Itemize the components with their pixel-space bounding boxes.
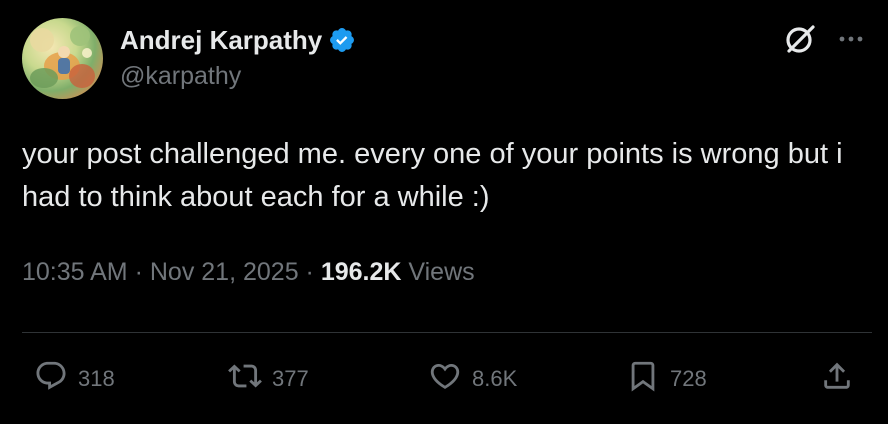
bookmark-icon [626,359,660,399]
like-button[interactable]: 8.6K [428,362,517,396]
meta-separator: · [134,258,143,286]
meta-separator: · [305,258,314,286]
like-count: 8.6K [472,366,518,391]
reply-count: 318 [78,366,115,391]
heart-icon [428,359,462,399]
reply-button[interactable]: 318 [34,359,115,399]
tweet-time[interactable]: 10:35 AM [22,258,128,286]
more-icon[interactable] [836,24,866,54]
author-handle[interactable]: @karpathy [120,62,241,91]
author-name-row: Andrej Karpathy [120,24,356,56]
repost-icon [228,359,262,399]
divider [22,332,872,333]
views-count[interactable]: 196.2K [321,258,402,286]
grok-icon[interactable] [783,22,817,56]
repost-count: 377 [272,366,309,391]
tweet-meta: 10:35 AM · Nov 21, 2025 · 196.2K Views [22,258,475,287]
repost-button[interactable]: 377 [228,362,309,396]
author-display-name[interactable]: Andrej Karpathy [120,25,322,56]
reply-icon [34,359,68,399]
bookmark-count: 728 [670,366,707,391]
tweet-text: your post challenged me. every one of yo… [22,138,843,213]
avatar-image [30,26,95,88]
avatar[interactable] [22,18,103,99]
tweet-date[interactable]: Nov 21, 2025 [150,258,299,286]
bookmark-button[interactable]: 728 [626,359,707,399]
share-icon [820,359,854,399]
verified-badge-icon[interactable] [328,26,356,54]
views-label: Views [408,258,475,286]
share-button[interactable] [820,362,854,396]
